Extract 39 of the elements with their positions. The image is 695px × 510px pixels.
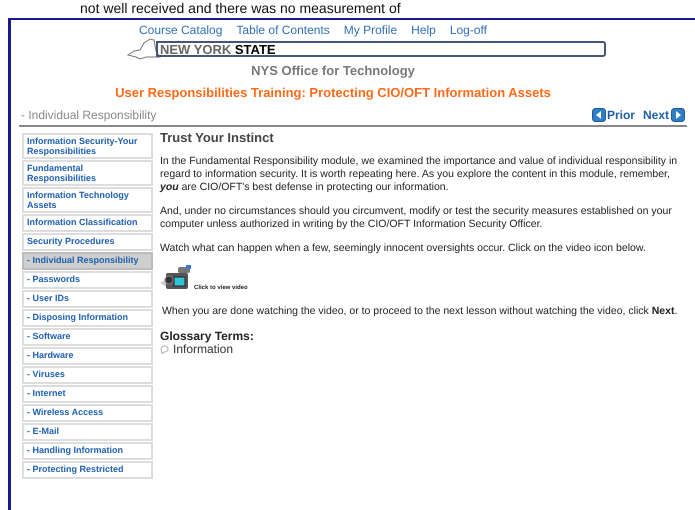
next-link[interactable]: Next bbox=[642, 106, 685, 124]
speech-bubble-icon bbox=[160, 345, 169, 354]
sidebar-item[interactable]: - Disposing Information bbox=[22, 309, 153, 327]
sidebar-item[interactable]: - User IDs bbox=[22, 290, 153, 308]
top-nav-link[interactable]: My Profile bbox=[344, 21, 398, 39]
body-paragraph: Watch what can happen when a few, seemingly innocent oversights occur. Click on the video icon below. bbox=[160, 242, 647, 255]
sidebar-item[interactable]: Fundamental Responsibilities bbox=[22, 160, 153, 186]
agency-name: NYS Office for Technology bbox=[250, 62, 416, 80]
sidebar-item[interactable]: - Software bbox=[22, 328, 153, 346]
breadcrumb-text: - Individual Responsibility bbox=[20, 107, 156, 124]
arrow-left-icon bbox=[592, 108, 606, 122]
content-heading: Trust Your Instinct bbox=[160, 131, 275, 144]
sidebar-item[interactable]: - Wireless Access bbox=[22, 404, 153, 422]
body-paragraph: And, under no circumstances should you circumvent, modify or test the security measures established on your computer unless authorized in writing by the CIO/OFT Information Security Officer. bbox=[160, 205, 673, 231]
sidebar-item[interactable]: - E-Mail bbox=[22, 423, 153, 441]
sidebar-item[interactable]: Security Procedures bbox=[22, 233, 153, 251]
course-title: User Responsibilities Training: Protecting CIO/OFT Information Assets bbox=[114, 84, 552, 102]
sidebar-item[interactable]: - Handling Information bbox=[22, 442, 153, 460]
sidebar-item[interactable]: Information Security-Your Responsibilities bbox=[22, 133, 153, 159]
body-paragraph: When you are done watching the video, or to proceed to the next lesson without watching the video, click Next. bbox=[161, 305, 678, 318]
glossary-term[interactable]: Information bbox=[173, 343, 234, 356]
top-nav-link[interactable]: Course Catalog bbox=[139, 21, 222, 39]
sidebar-item[interactable]: - Individual Responsibility bbox=[22, 252, 153, 270]
sidebar-item[interactable]: - Passwords bbox=[22, 271, 153, 289]
sidebar-item[interactable]: Information Technology Assets bbox=[22, 187, 153, 213]
sidebar-item[interactable]: - Hardware bbox=[22, 347, 153, 365]
top-nav-link[interactable]: Table of Contents bbox=[236, 21, 330, 39]
sidebar-item[interactable]: Information Classification bbox=[22, 214, 153, 232]
logo-text: NEW YORK STATE bbox=[160, 42, 276, 56]
prior-link[interactable]: Prior bbox=[592, 106, 635, 124]
body-paragraph: In the Fundamental Responsibility module, we examined the importance and value of individual responsibility in regard to information security. It is worth repeating here. As you explore the content in this module, remember, you are CIO/OFT's best defense in protecting our information. bbox=[160, 155, 678, 194]
sidebar-item[interactable]: - Internet bbox=[22, 385, 153, 403]
caption-text: not well received and there was no measurement of bbox=[79, 0, 401, 16]
sidebar-item[interactable]: - Viruses bbox=[22, 366, 153, 384]
top-nav-link[interactable]: Help bbox=[411, 21, 436, 39]
glossary-heading: Glossary Terms: bbox=[160, 330, 255, 343]
top-nav-link[interactable]: Log-off bbox=[450, 21, 487, 39]
sidebar-item[interactable]: - Protecting Restricted bbox=[22, 461, 153, 479]
state-map-icon bbox=[126, 37, 162, 61]
